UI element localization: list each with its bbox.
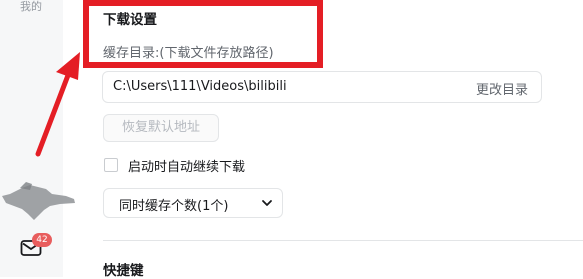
shortcuts-title: 快捷键 <box>103 263 144 279</box>
sidebar-item-mine[interactable]: 我的 <box>20 0 42 14</box>
cache-dir-path: C:\Users\111\Videos\bilibili <box>113 79 287 94</box>
cache-dir-field[interactable]: C:\Users\111\Videos\bilibili 更改目录 <box>102 71 542 103</box>
message-count-badge: 42 <box>32 233 52 247</box>
auto-resume-label[interactable]: 启动时自动继续下载 <box>128 156 245 175</box>
blurred-figure-icon <box>2 182 75 220</box>
cache-dir-label: 缓存目录:(下载文件存放路径) <box>103 46 274 61</box>
concurrent-cache-select[interactable]: 同时缓存个数(1个) <box>103 188 283 218</box>
sidebar: 我的 42 <box>0 0 75 277</box>
download-settings-title: 下载设置 <box>103 12 157 28</box>
restore-default-button[interactable]: 恢复默认地址 <box>103 114 219 142</box>
section-divider <box>103 240 583 241</box>
chevron-down-icon <box>262 200 272 206</box>
auto-resume-checkbox[interactable] <box>104 158 118 172</box>
change-dir-button[interactable]: 更改目录 <box>476 79 528 98</box>
concurrent-cache-value: 同时缓存个数(1个) <box>119 199 229 214</box>
